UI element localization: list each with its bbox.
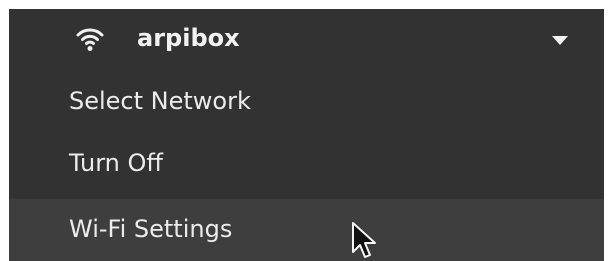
- wifi-menu: arpibox Select Network Turn Off Wi-Fi Se…: [9, 9, 604, 261]
- menu-item-select-network[interactable]: Select Network: [9, 71, 604, 133]
- menu-item-label: Wi-Fi Settings: [69, 215, 233, 243]
- menu-item-label: Turn Off: [69, 149, 163, 177]
- network-name: arpibox: [137, 24, 240, 52]
- wifi-network-header[interactable]: arpibox: [9, 9, 604, 69]
- chevron-down-icon[interactable]: [552, 36, 568, 45]
- menu-item-wifi-settings[interactable]: Wi-Fi Settings: [9, 199, 604, 261]
- arrow-cursor-icon: [352, 222, 376, 258]
- menu-item-turn-off[interactable]: Turn Off: [9, 133, 604, 195]
- wifi-icon: [76, 28, 104, 51]
- menu-item-label: Select Network: [69, 87, 251, 115]
